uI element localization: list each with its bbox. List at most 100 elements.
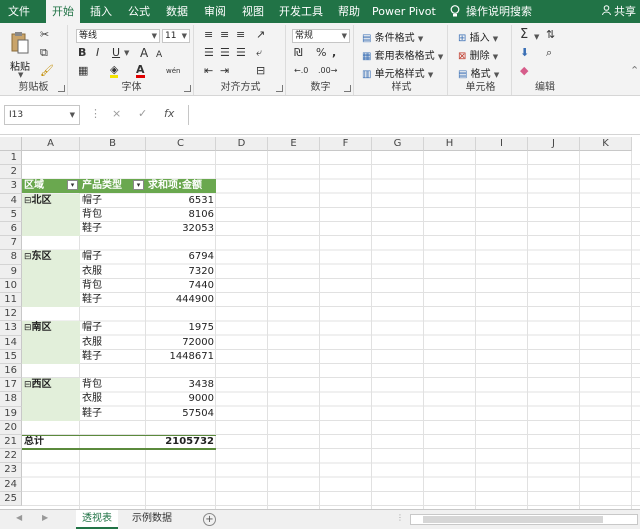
pivot-amount-cell[interactable]: 32053: [146, 222, 216, 236]
grow-font-button[interactable]: A: [140, 47, 148, 59]
tab-power-pivot[interactable]: Power Pivot: [372, 0, 436, 23]
wrap-text-icon[interactable]: ⤶: [256, 47, 262, 59]
pivot-amount-cell[interactable]: 8106: [146, 208, 216, 222]
cut-icon[interactable]: ✂: [40, 29, 49, 41]
pivot-product-cell[interactable]: 衣服: [80, 265, 146, 279]
collapse-icon[interactable]: ⊟: [24, 252, 32, 262]
pivot-product-cell[interactable]: 帽子: [80, 194, 146, 208]
pivot-amount-cell[interactable]: 3438: [146, 378, 216, 392]
insert-cells-button[interactable]: ⊞ 插入 ▼: [458, 29, 498, 44]
copy-icon[interactable]: ⧉: [40, 47, 48, 59]
row-header-16[interactable]: 16: [0, 364, 22, 379]
scrollbar-thumb[interactable]: [423, 516, 603, 523]
enter-icon[interactable]: ✓: [138, 107, 147, 120]
find-select-icon[interactable]: ⌕: [546, 47, 552, 59]
tab-formulas[interactable]: 公式: [124, 0, 154, 23]
row-header-5[interactable]: 5: [0, 207, 22, 222]
underline-dropdown-icon[interactable]: ▼: [124, 49, 129, 57]
tab-data[interactable]: 数据: [162, 0, 192, 23]
format-painter-icon[interactable]: 🖌: [40, 65, 54, 77]
pivot-region-cell[interactable]: ⊟北区: [22, 194, 80, 208]
number-launcher-icon[interactable]: [344, 85, 351, 92]
row-header-8[interactable]: 8: [0, 250, 22, 265]
name-box[interactable]: I13 ▼: [4, 105, 80, 125]
pivot-product-cell[interactable]: 衣服: [80, 392, 146, 406]
pivot-amount-cell[interactable]: 7440: [146, 279, 216, 293]
pivot-amount-cell[interactable]: 72000: [146, 336, 216, 350]
pivot-product-cell[interactable]: 帽子: [80, 250, 146, 264]
select-all-corner[interactable]: [0, 137, 22, 151]
insert-function-icon[interactable]: fx: [164, 107, 174, 120]
orientation-icon[interactable]: ↗: [256, 29, 265, 41]
pivot-product-cell[interactable]: 鞋子: [80, 222, 146, 236]
clear-icon[interactable]: ◆: [520, 65, 528, 77]
tab-view[interactable]: 视图: [238, 0, 268, 23]
tab-review[interactable]: 审阅: [200, 0, 230, 23]
column-header-a[interactable]: A: [22, 137, 80, 151]
tab-home[interactable]: 开始: [46, 0, 80, 23]
align-top-icon[interactable]: ≡: [204, 29, 213, 41]
collapse-icon[interactable]: ⊟: [24, 196, 32, 206]
clipboard-launcher-icon[interactable]: [58, 85, 65, 92]
pivot-amount-cell[interactable]: 7320: [146, 265, 216, 279]
pivot-product-cell[interactable]: 帽子: [80, 321, 146, 335]
format-as-table-button[interactable]: ▦ 套用表格格式 ▼: [362, 47, 443, 62]
row-header-20[interactable]: 20: [0, 420, 22, 435]
collapse-icon[interactable]: ⊟: [24, 323, 32, 333]
pivot-header-region[interactable]: 区域 ▾: [22, 179, 80, 194]
scroll-right-icon[interactable]: ▶: [42, 513, 48, 522]
italic-button[interactable]: I: [96, 47, 99, 59]
row-header-15[interactable]: 15: [0, 349, 22, 364]
pivot-header-product-type[interactable]: 产品类型 ▾: [80, 179, 146, 194]
row-header-6[interactable]: 6: [0, 222, 22, 237]
row-header-3[interactable]: 3: [0, 179, 22, 194]
pivot-amount-cell[interactable]: 9000: [146, 392, 216, 406]
horizontal-scrollbar[interactable]: [410, 514, 638, 525]
conditional-formatting-button[interactable]: ▤ 条件格式 ▼: [362, 29, 423, 44]
pivot-amount-cell[interactable]: 444900: [146, 293, 216, 307]
font-family-select[interactable]: 等线 ▼: [76, 29, 160, 43]
pivot-product-cell[interactable]: 衣服: [80, 336, 146, 350]
increase-indent-icon[interactable]: ⇥: [220, 65, 229, 77]
filter-dropdown-icon[interactable]: ▾: [67, 180, 78, 191]
pivot-amount-cell[interactable]: 6794: [146, 250, 216, 264]
column-header-h[interactable]: H: [424, 137, 476, 151]
shrink-font-button[interactable]: A: [156, 49, 162, 61]
worksheet-grid[interactable]: ABCDEFGHIJK 1 2 3 4 5 6 7 8 9 10 11 12 13 14 15 16 17 18 1…: [0, 137, 640, 509]
filter-dropdown-icon[interactable]: ▾: [133, 180, 144, 191]
phonetic-button[interactable]: wén: [166, 65, 180, 77]
font-launcher-icon[interactable]: [184, 85, 191, 92]
row-header-11[interactable]: 11: [0, 293, 22, 308]
lightbulb-icon[interactable]: [446, 0, 464, 23]
row-header-18[interactable]: 18: [0, 392, 22, 407]
align-bottom-icon[interactable]: ≡: [236, 29, 245, 41]
row-header-13[interactable]: 13: [0, 321, 22, 336]
column-header-g[interactable]: G: [372, 137, 424, 151]
collapse-icon[interactable]: ⊟: [24, 380, 32, 390]
column-header-e[interactable]: E: [268, 137, 320, 151]
row-header-2[interactable]: 2: [0, 165, 22, 180]
add-sheet-icon[interactable]: +: [203, 513, 216, 526]
row-header-21[interactable]: 21: [0, 435, 22, 450]
pivot-product-cell[interactable]: 鞋子: [80, 293, 146, 307]
tab-developer[interactable]: 开发工具: [276, 0, 326, 23]
align-middle-icon[interactable]: ≡: [220, 29, 229, 41]
tell-me-search[interactable]: 操作说明搜索: [466, 0, 532, 23]
number-format-select[interactable]: 常规 ▼: [292, 29, 350, 43]
column-header-b[interactable]: B: [80, 137, 146, 151]
row-header-14[interactable]: 14: [0, 335, 22, 350]
formula-input[interactable]: [188, 105, 640, 125]
delete-cells-button[interactable]: ⊠ 删除 ▼: [458, 47, 498, 62]
fill-color-icon[interactable]: ◈: [110, 64, 119, 78]
currency-icon[interactable]: ₪: [294, 47, 303, 59]
row-header-10[interactable]: 10: [0, 278, 22, 293]
collapse-ribbon-icon[interactable]: ⌃: [630, 65, 639, 77]
pivot-product-cell[interactable]: 背包: [80, 208, 146, 222]
align-right-icon[interactable]: ☰: [236, 47, 246, 59]
row-header-24[interactable]: 24: [0, 477, 22, 492]
row-header-22[interactable]: 22: [0, 449, 22, 464]
autosum-dropdown-icon[interactable]: ▼: [534, 33, 539, 41]
paste-icon[interactable]: [10, 31, 30, 58]
pivot-product-cell[interactable]: 背包: [80, 279, 146, 293]
pivot-product-cell[interactable]: 背包: [80, 378, 146, 392]
